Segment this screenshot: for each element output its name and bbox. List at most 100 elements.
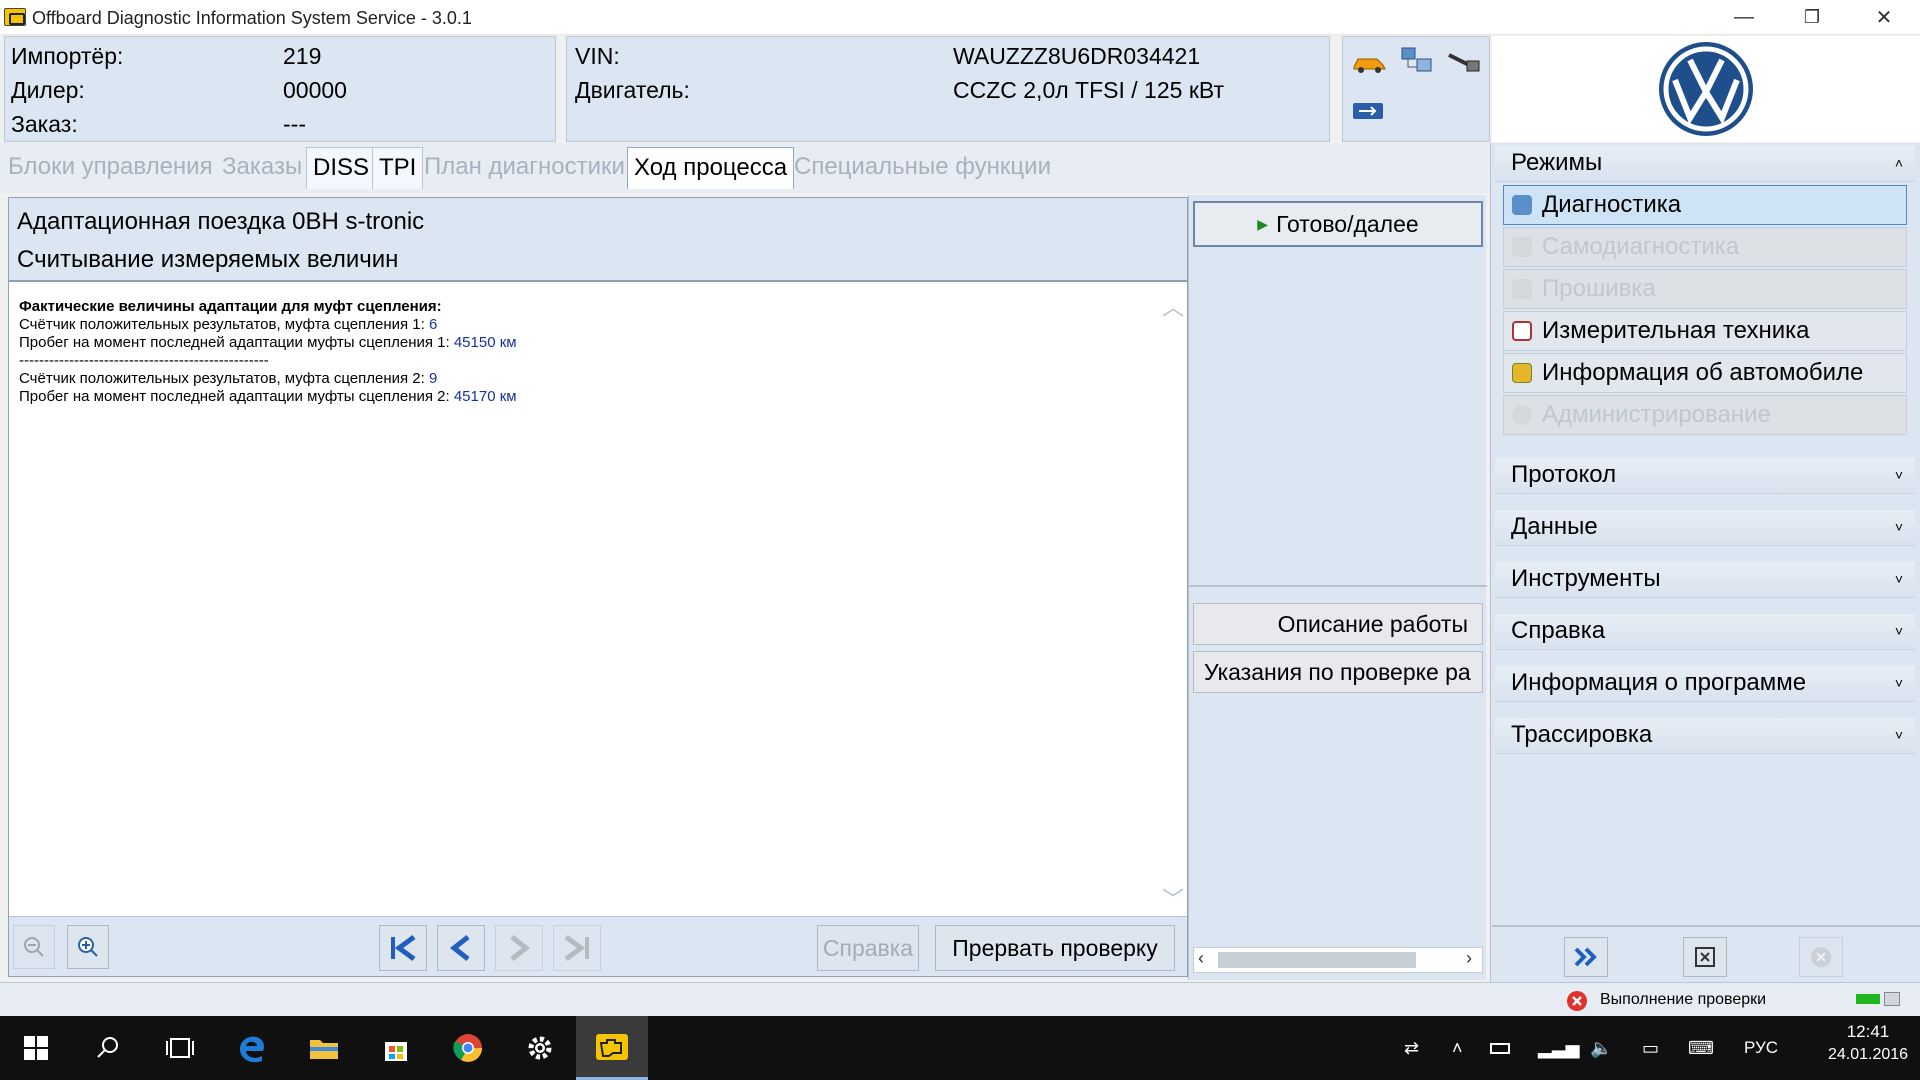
windows-logo-icon: [24, 1036, 48, 1060]
procedure-subtitle: Считывание измеряемых величин: [17, 246, 399, 273]
modes-header[interactable]: Режимы ˄: [1495, 146, 1915, 182]
done-next-button[interactable]: ▶ Готово/далее: [1193, 201, 1483, 247]
vin-label: VIN:: [575, 43, 620, 69]
expand-icon: ˅: [1894, 623, 1903, 639]
restore-button[interactable]: ❐: [1784, 0, 1840, 35]
mileage-clutch1-value: 45150 км: [453, 334, 517, 351]
scroll-left-icon[interactable]: ‹: [1198, 948, 1204, 969]
tab-diss[interactable]: DISS: [306, 147, 377, 189]
gauge-icon: [1512, 321, 1532, 341]
section-protocol[interactable]: Протокол ˅: [1495, 458, 1915, 494]
mode-measurement[interactable]: Измерительная техника: [1503, 311, 1907, 351]
forward-button[interactable]: [1564, 937, 1608, 977]
edge-browser-button[interactable]: [216, 1016, 288, 1080]
section-data[interactable]: Данные ˅: [1495, 510, 1915, 546]
vehicle-car-icon[interactable]: [1351, 51, 1387, 75]
section-program-info[interactable]: Информация о программе ˅: [1495, 666, 1915, 702]
diagnostic-cable-icon[interactable]: [1445, 49, 1481, 77]
tab-control-units[interactable]: Блоки управления: [2, 147, 219, 189]
dealer-info-panel: Импортёр: 219 Дилер: 00000 Заказ: ---: [4, 36, 556, 142]
search-button[interactable]: [72, 1016, 144, 1080]
scroll-thumb[interactable]: [1218, 952, 1416, 968]
next-step-button[interactable]: [495, 925, 543, 971]
title-bar: Offboard Diagnostic Information System S…: [0, 0, 1920, 35]
dealer-label: Дилер:: [11, 77, 85, 103]
section-help[interactable]: Справка ˅: [1495, 614, 1915, 650]
tab-process-progress[interactable]: Ход процесса: [627, 147, 795, 189]
usb-icon[interactable]: [1351, 99, 1385, 123]
engine-value: CCZC 2,0л TFSI / 125 кВт: [953, 77, 1224, 103]
store-bag-icon: [385, 1042, 407, 1061]
modes-header-label: Режимы: [1511, 149, 1603, 176]
help-button[interactable]: Справка: [817, 925, 919, 971]
panel-divider: [1492, 925, 1920, 927]
tab-special-functions[interactable]: Специальные функции: [788, 147, 1057, 189]
file-explorer-button[interactable]: [288, 1016, 360, 1080]
brand-logo-area: [1492, 36, 1920, 142]
section-tracing[interactable]: Трассировка ˅: [1495, 718, 1915, 754]
mode-self-diagnosis-label: Самодиагностика: [1542, 233, 1740, 260]
keyboard-icon[interactable]: ⌨: [1688, 1016, 1714, 1080]
scroll-down-icon[interactable]: ﹀: [1162, 882, 1184, 914]
fullscreen-button[interactable]: [1683, 937, 1727, 977]
play-icon: ▶: [1257, 215, 1269, 232]
counter-clutch2: Счётчик положительных результатов, муфта…: [19, 370, 437, 387]
abort-test-button[interactable]: Прервать проверку: [935, 925, 1175, 971]
mode-vehicle-info[interactable]: Информация об автомобиле: [1503, 353, 1907, 393]
zoom-out-button[interactable]: [13, 925, 55, 969]
counter-clutch1: Счётчик положительных результатов, муфта…: [19, 316, 437, 333]
section-tools[interactable]: Инструменты ˅: [1495, 562, 1915, 598]
signal-icon[interactable]: ▂▃▅: [1538, 1016, 1580, 1080]
horizontal-scrollbar[interactable]: ‹ ›: [1193, 947, 1483, 973]
start-button[interactable]: [0, 1016, 72, 1080]
status-bar: Выполнение проверки: [0, 982, 1920, 1016]
gear-icon: [1512, 405, 1532, 425]
collapse-icon: ˄: [1894, 155, 1903, 171]
section-program-info-label: Информация о программе: [1511, 669, 1807, 696]
task-view-button[interactable]: [144, 1016, 216, 1080]
vehicle-info-panel: VIN: WAUZZZ8U6DR034421 Двигатель: CCZC 2…: [566, 36, 1330, 142]
tray-sync-icon[interactable]: ⇄: [1404, 1016, 1419, 1080]
scroll-up-icon[interactable]: ︿: [1162, 290, 1184, 322]
mileage-clutch1-label: Пробег на момент последней адаптации муф…: [19, 334, 454, 351]
test-instructions-button[interactable]: Указания по проверке ра: [1193, 651, 1483, 693]
first-step-button[interactable]: [379, 925, 427, 971]
clock[interactable]: 12:41 24.01.2016: [1818, 1022, 1918, 1064]
previous-step-button[interactable]: [437, 925, 485, 971]
notifications-icon[interactable]: ▭: [1642, 1016, 1659, 1080]
mode-flashing[interactable]: Прошивка: [1503, 269, 1907, 309]
network-icon[interactable]: [1399, 45, 1435, 79]
mode-administration[interactable]: Администрирование: [1503, 395, 1907, 435]
task-view-icon: [166, 1038, 194, 1058]
last-step-button[interactable]: [553, 925, 601, 971]
tray-chevron-up-icon[interactable]: ˄: [1452, 1016, 1463, 1080]
zoom-in-button[interactable]: [67, 925, 109, 969]
books-icon: [1512, 363, 1532, 383]
counter-clutch2-label: Счётчик положительных результатов, муфта…: [19, 370, 429, 387]
odis-taskbar-button[interactable]: [576, 1016, 648, 1080]
close-button[interactable]: ✕: [1856, 0, 1912, 35]
expand-icon: ˅: [1894, 519, 1903, 535]
minimize-button[interactable]: —: [1716, 0, 1772, 35]
store-button[interactable]: [360, 1016, 432, 1080]
work-description-button[interactable]: Описание работы: [1193, 603, 1483, 645]
scroll-right-icon[interactable]: ›: [1466, 948, 1472, 969]
double-chevron-right-icon: [1574, 947, 1597, 967]
section-tools-label: Инструменты: [1511, 565, 1661, 592]
mode-diagnostics[interactable]: Диагностика: [1503, 185, 1907, 225]
tab-diagnostic-plan[interactable]: План диагностики: [418, 147, 631, 189]
chrome-icon: [453, 1034, 482, 1062]
volume-icon[interactable]: 🔈: [1590, 1016, 1612, 1080]
tab-tpi[interactable]: TPI: [372, 147, 424, 189]
content-scrollbar[interactable]: ︿ ﹀: [1159, 284, 1185, 916]
tab-orders[interactable]: Заказы: [216, 147, 308, 189]
chrome-button[interactable]: [432, 1016, 504, 1080]
cancel-button[interactable]: [1799, 937, 1843, 977]
settings-button[interactable]: [504, 1016, 576, 1080]
cancel-icon: [1811, 947, 1831, 967]
mode-flashing-label: Прошивка: [1542, 275, 1656, 302]
status-text: Выполнение проверки: [1600, 991, 1767, 1008]
battery-icon[interactable]: [1490, 1016, 1510, 1080]
language-indicator[interactable]: РУС: [1744, 1016, 1778, 1080]
mode-self-diagnosis[interactable]: Самодиагностика: [1503, 227, 1907, 267]
